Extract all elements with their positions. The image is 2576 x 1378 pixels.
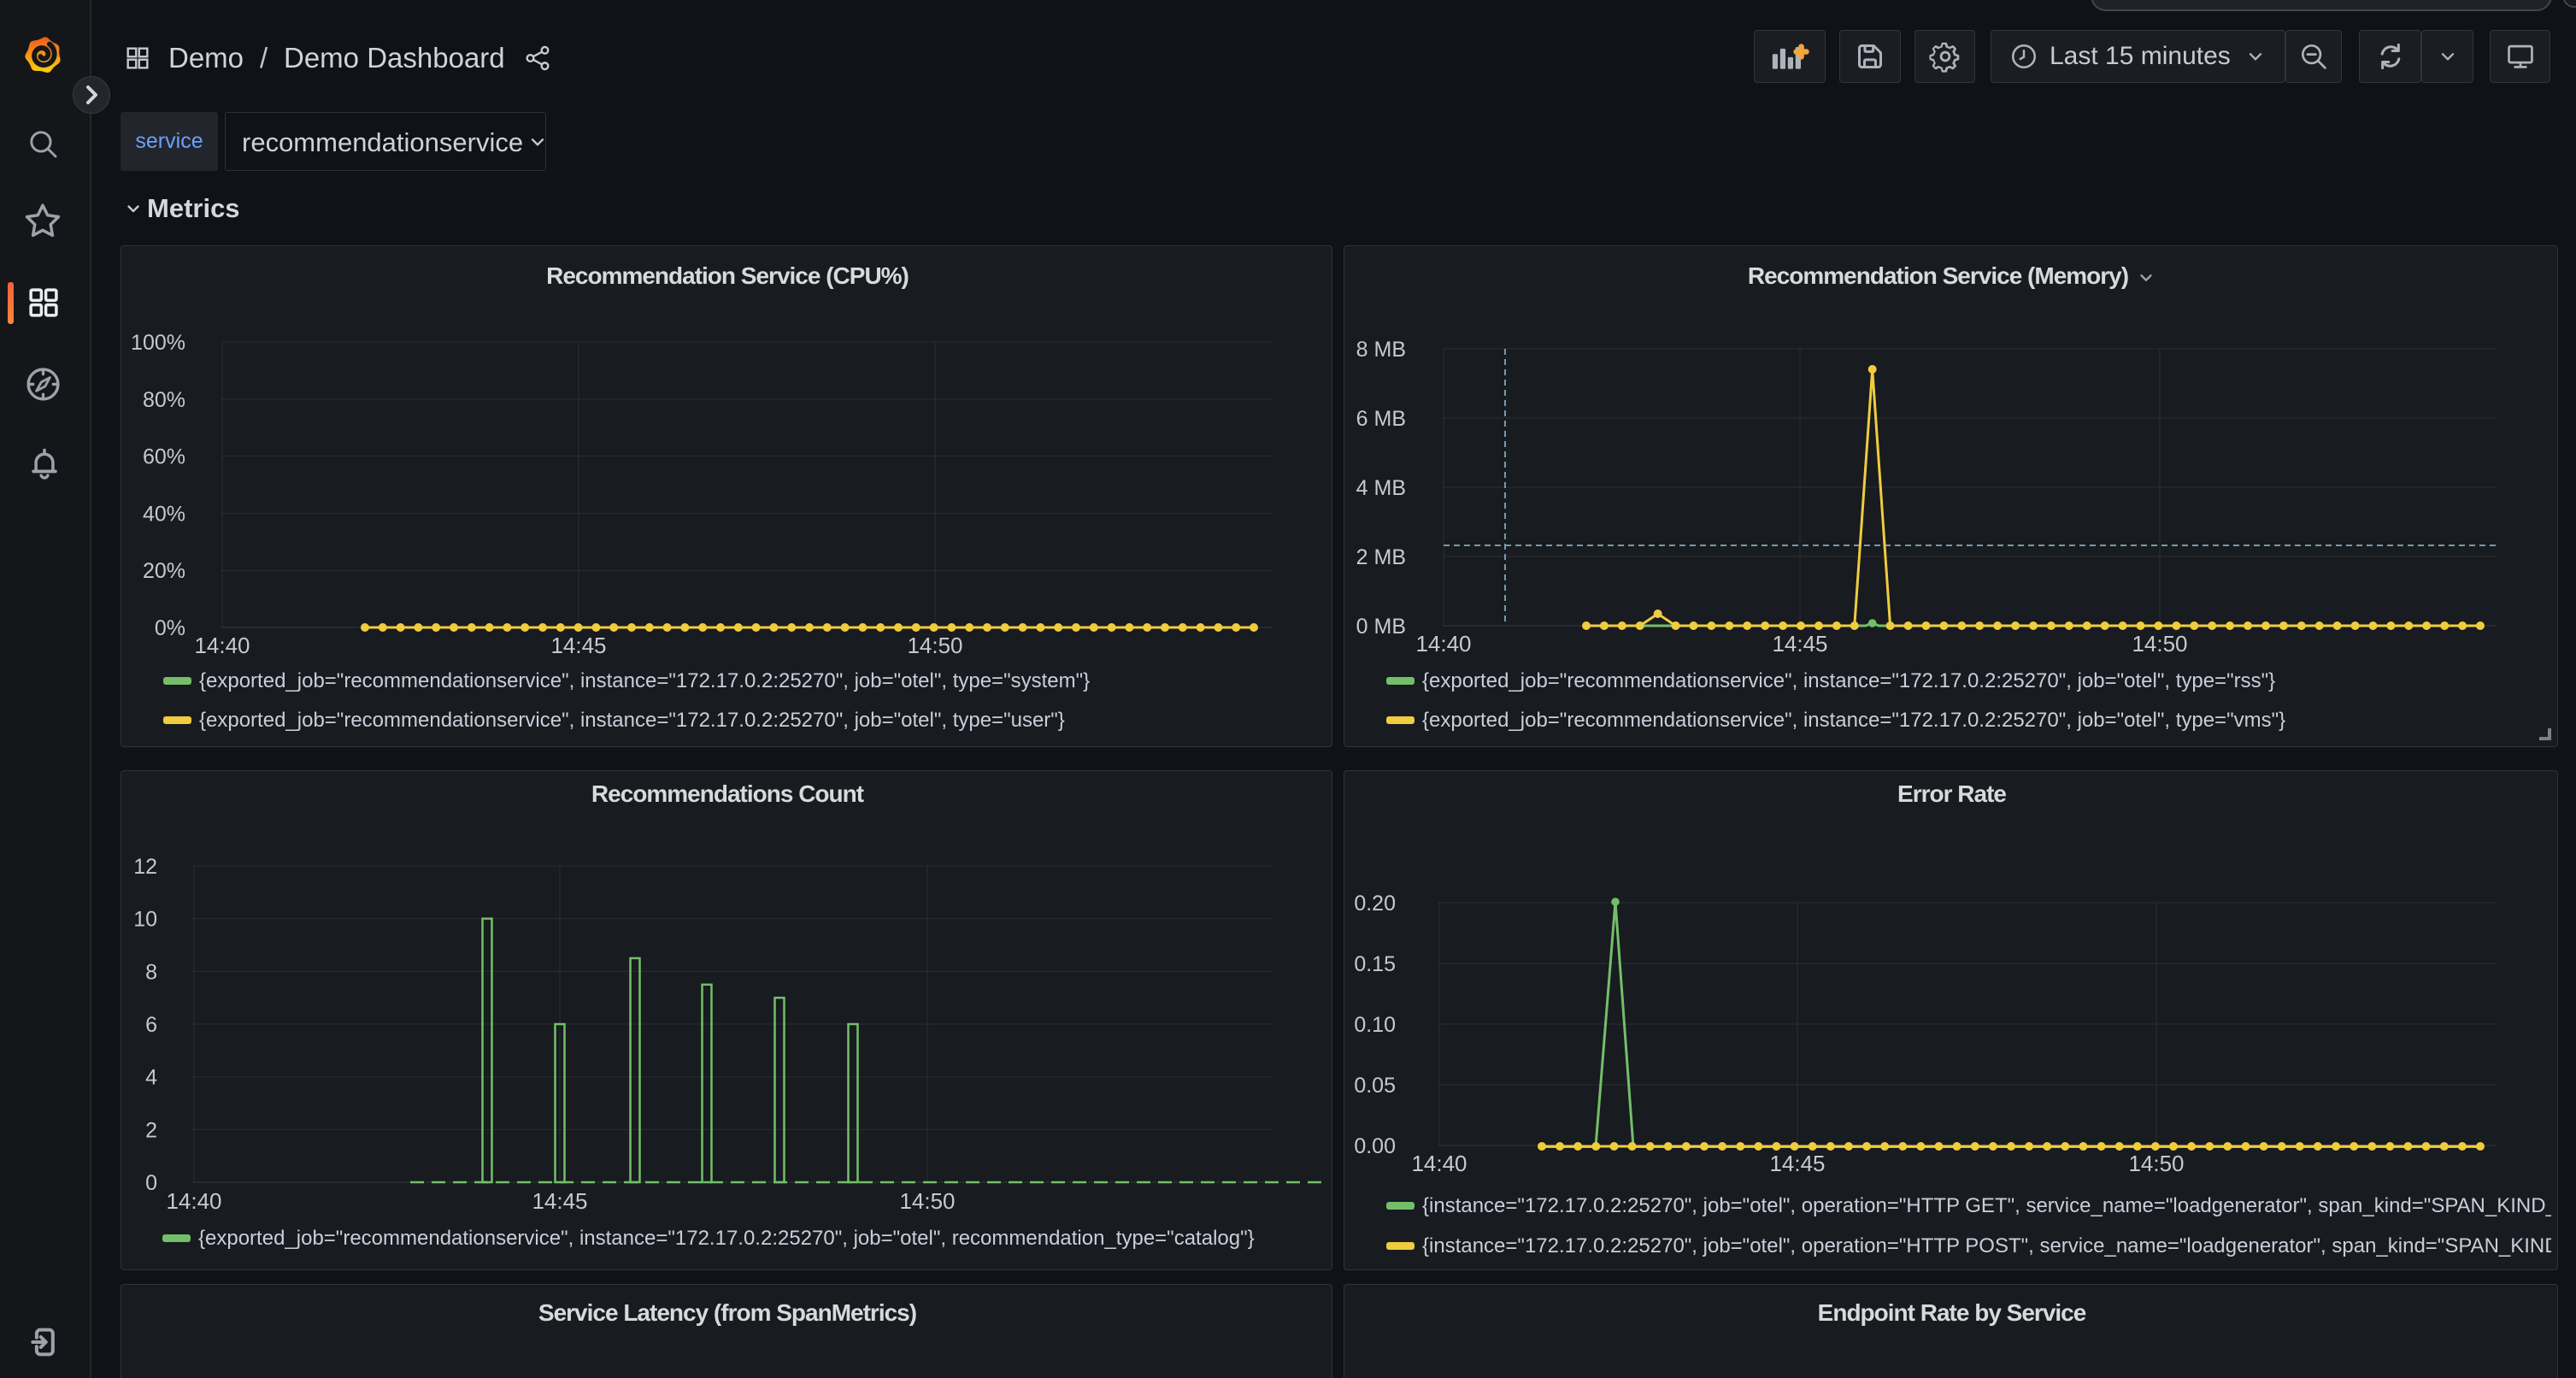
svg-text:14:50: 14:50 bbox=[2128, 1151, 2184, 1176]
svg-text:0 MB: 0 MB bbox=[1356, 615, 1406, 639]
svg-text:40%: 40% bbox=[143, 502, 185, 526]
svg-text:0.20: 0.20 bbox=[1354, 892, 1396, 916]
svg-text:4 MB: 4 MB bbox=[1356, 476, 1406, 500]
svg-text:14:40: 14:40 bbox=[1411, 1151, 1467, 1176]
svg-text:60%: 60% bbox=[143, 445, 185, 469]
svg-text:6: 6 bbox=[145, 1013, 157, 1037]
svg-text:100%: 100% bbox=[131, 331, 185, 355]
svg-text:14:50: 14:50 bbox=[907, 633, 962, 658]
svg-text:14:40: 14:40 bbox=[194, 633, 250, 658]
svg-text:14:50: 14:50 bbox=[899, 1188, 955, 1214]
svg-text:6 MB: 6 MB bbox=[1356, 407, 1406, 431]
svg-text:8 MB: 8 MB bbox=[1356, 338, 1406, 362]
svg-text:0.00: 0.00 bbox=[1354, 1134, 1396, 1158]
svg-text:80%: 80% bbox=[143, 388, 185, 412]
svg-text:12: 12 bbox=[133, 855, 157, 879]
svg-text:4: 4 bbox=[145, 1066, 157, 1090]
svg-text:0.15: 0.15 bbox=[1354, 952, 1396, 976]
svg-text:0%: 0% bbox=[155, 616, 185, 640]
svg-text:2 MB: 2 MB bbox=[1356, 545, 1406, 569]
svg-text:14:45: 14:45 bbox=[1769, 1151, 1825, 1176]
svg-text:14:40: 14:40 bbox=[1415, 631, 1471, 657]
svg-text:0.05: 0.05 bbox=[1354, 1074, 1396, 1098]
svg-text:14:40: 14:40 bbox=[166, 1188, 221, 1214]
svg-text:14:45: 14:45 bbox=[1772, 631, 1827, 657]
svg-text:2: 2 bbox=[145, 1118, 157, 1142]
svg-text:14:50: 14:50 bbox=[2132, 631, 2187, 657]
svg-text:10: 10 bbox=[133, 908, 157, 932]
svg-text:0: 0 bbox=[145, 1171, 157, 1195]
svg-text:20%: 20% bbox=[143, 559, 185, 583]
svg-text:0.10: 0.10 bbox=[1354, 1013, 1396, 1037]
svg-text:8: 8 bbox=[145, 960, 157, 984]
svg-text:14:45: 14:45 bbox=[550, 633, 606, 658]
svg-text:14:45: 14:45 bbox=[532, 1188, 587, 1214]
